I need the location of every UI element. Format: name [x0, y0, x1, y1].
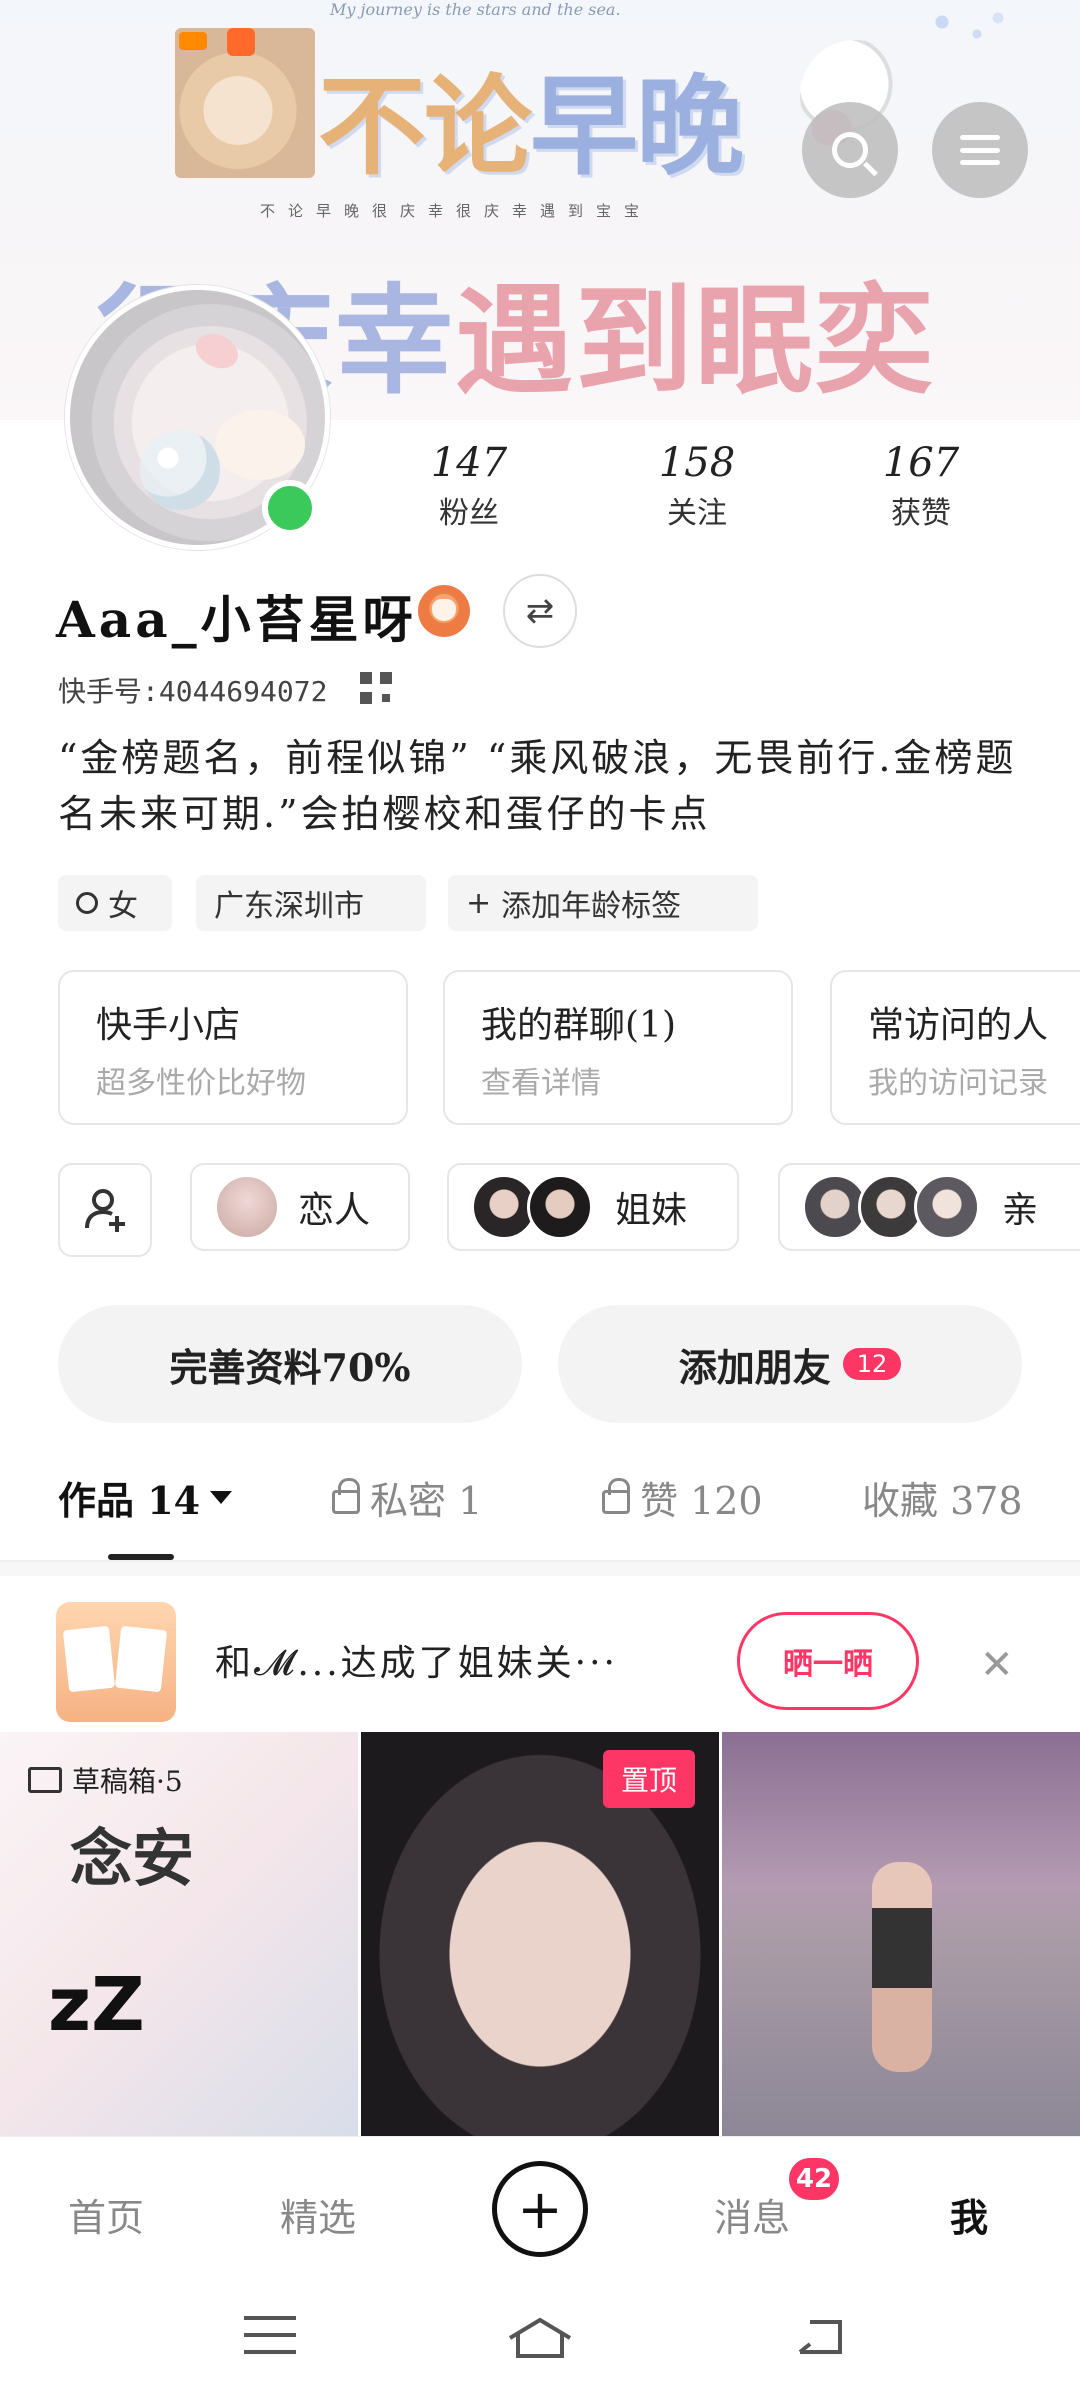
dropdown-triangle-icon — [210, 1491, 233, 1504]
bottom-navigation: 首页 精选 + 消息 42 我 — [0, 2136, 1080, 2276]
card-subtitle: 超多性价比好物 — [96, 1066, 306, 1101]
avatar — [214, 1174, 280, 1240]
tab-favorites[interactable]: 收藏 378 — [862, 1470, 1023, 1525]
relation-lover[interactable]: 恋人 — [190, 1163, 410, 1251]
recent-apps-icon[interactable] — [244, 2316, 296, 2354]
relation-family[interactable]: 亲 — [778, 1163, 1080, 1251]
following-label: 关注 — [667, 496, 727, 531]
add-person-icon — [85, 1189, 125, 1232]
plus-icon: + — [517, 2177, 563, 2241]
followers-label: 粉丝 — [439, 496, 499, 531]
messages-badge: 42 — [786, 2155, 842, 2203]
folder-icon — [28, 1767, 62, 1793]
complete-profile-button[interactable]: 完善资料70% — [58, 1305, 522, 1423]
card-subtitle: 查看详情 — [481, 1066, 601, 1101]
followers-stat[interactable]: 147 粉丝 — [384, 440, 554, 532]
card-title: 常访问的人 — [868, 1005, 1049, 1046]
avatar — [527, 1174, 593, 1240]
cat-sticker-image — [175, 28, 315, 178]
avatar-bubble — [140, 430, 220, 510]
followers-count: 147 — [430, 440, 508, 486]
draft-label: 草稿箱·5 — [28, 1760, 183, 1800]
create-button[interactable]: + — [492, 2161, 588, 2257]
close-icon[interactable]: ✕ — [980, 1642, 1014, 1688]
switch-arrows-icon: ⇄ — [525, 591, 555, 631]
likes-label: 获赞 — [891, 496, 951, 531]
add-person-button[interactable] — [58, 1163, 152, 1257]
nav-home[interactable]: 首页 — [68, 2187, 144, 2242]
nav-messages[interactable]: 消息 — [714, 2187, 790, 2242]
following-count: 158 — [658, 440, 736, 486]
sparkle-decoration — [900, 6, 1040, 46]
location-tag[interactable]: 广东深圳市 — [196, 875, 426, 931]
relationship-promo: 和𝓜...达成了姐妹关··· 晒一晒 ✕ — [0, 1562, 1080, 1732]
share-button[interactable]: 晒一晒 — [737, 1612, 919, 1710]
search-icon — [832, 132, 868, 168]
card-title: 快手小店 — [96, 1005, 241, 1046]
menu-button[interactable] — [932, 102, 1028, 198]
relation-sisters[interactable]: 姐妹 — [447, 1163, 739, 1251]
profile-bio: “金榜题名，前程似锦” “乘风破浪，无畏前行.金榜题名未来可期.”会拍樱校和蛋仔… — [58, 736, 1017, 836]
female-icon — [76, 892, 98, 914]
tab-likes[interactable]: 赞 120 — [602, 1470, 763, 1525]
plus-icon: + — [466, 885, 492, 921]
sleep-zz-text: zZ — [48, 1962, 145, 2048]
add-friend-button[interactable]: 添加朋友 12 — [558, 1305, 1022, 1423]
banner-subtitle: 不论早晚很庆幸很庆幸遇到宝宝 — [260, 202, 653, 220]
card-title: 我的群聊(1) — [481, 1005, 676, 1046]
lock-icon — [602, 1477, 630, 1514]
kuaishou-mini-logo-icon — [179, 32, 207, 50]
content-tabs: 作品 14 私密 1 赞 120 收藏 378 — [0, 1470, 1080, 1562]
home-icon[interactable] — [506, 2316, 574, 2360]
promo-thumbnail — [56, 1602, 176, 1722]
banner-top-text: My journey is the stars and the sea. — [330, 0, 621, 19]
likes-count: 167 — [882, 440, 960, 486]
hamburger-icon — [960, 135, 1000, 165]
add-age-tag-button[interactable]: + 添加年龄标签 — [448, 875, 758, 931]
promo-text: 和𝓜...达成了姐妹关··· — [215, 1643, 618, 1684]
draft-box-item[interactable]: 草稿箱·5 念安 zZ — [0, 1732, 358, 2136]
avatar-sheep-face — [215, 410, 305, 480]
kuaishou-id: 快手号:4044694072 — [58, 675, 328, 708]
switch-account-button[interactable]: ⇄ — [503, 574, 577, 648]
dancing-figure — [872, 1862, 932, 2072]
app-mini-logo-icon — [227, 28, 255, 56]
frequent-visitors-card[interactable]: 常访问的人 我的访问记录 — [830, 970, 1080, 1125]
nav-featured[interactable]: 精选 — [280, 2187, 356, 2242]
active-tab-indicator — [108, 1554, 174, 1560]
following-stat[interactable]: 158 关注 — [612, 440, 782, 532]
nav-me[interactable]: 我 — [950, 2187, 988, 2242]
qr-code-icon[interactable] — [360, 672, 392, 704]
tab-private[interactable]: 私密 1 — [332, 1470, 482, 1525]
add-friend-badge: 12 — [842, 1348, 902, 1380]
video-thumbnail[interactable] — [722, 1732, 1080, 2136]
draft-cover-text: 念安 — [70, 1822, 195, 1895]
system-navigation-bar — [0, 2276, 1080, 2408]
banner-title: 不论早晚 — [318, 64, 744, 190]
profile-name: Aaa_小苔星呀 — [56, 590, 417, 649]
card-subtitle: 我的访问记录 — [868, 1066, 1048, 1101]
likes-stat[interactable]: 167 获赞 — [836, 440, 1006, 532]
medal-icon[interactable] — [418, 585, 470, 637]
back-icon[interactable] — [796, 2316, 848, 2356]
gender-tag[interactable]: 女 — [58, 875, 172, 931]
video-thumbnail-pinned[interactable]: 置顶 — [361, 1732, 719, 2136]
online-status-dot — [262, 480, 318, 536]
pinned-badge: 置顶 — [603, 1750, 695, 1808]
avatar — [914, 1174, 980, 1240]
group-chat-card[interactable]: 我的群聊(1) 查看详情 — [443, 970, 793, 1125]
search-button[interactable] — [802, 102, 898, 198]
lock-icon — [332, 1477, 360, 1514]
tab-works[interactable]: 作品 14 — [58, 1470, 233, 1525]
shop-card[interactable]: 快手小店 超多性价比好物 — [58, 970, 408, 1125]
